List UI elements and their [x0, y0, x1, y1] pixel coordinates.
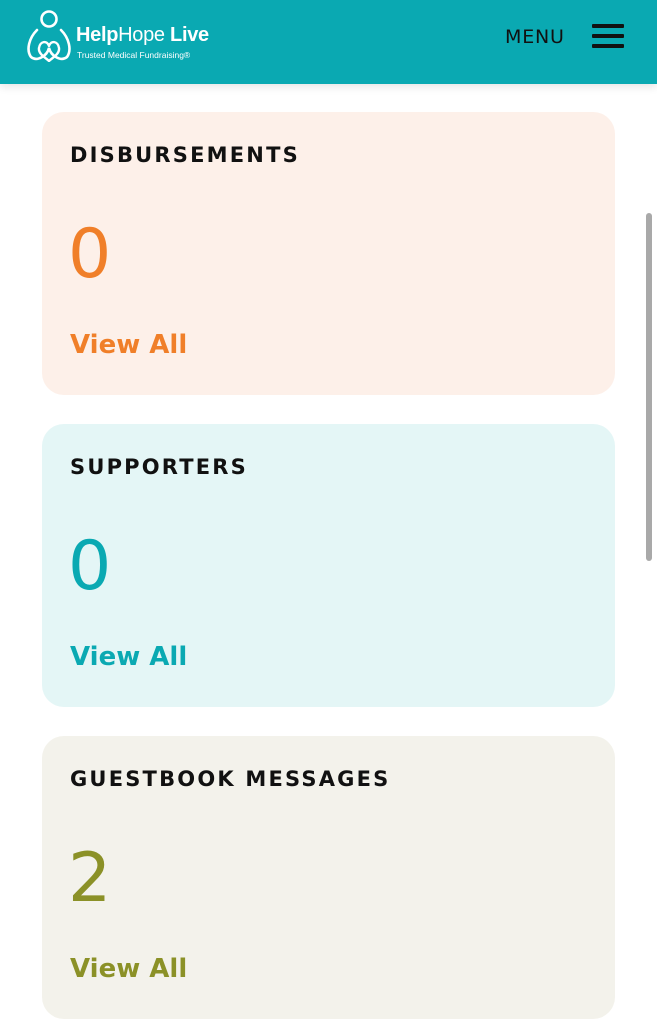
menu-label: MENU	[505, 26, 565, 48]
disbursements-count: 0	[68, 215, 112, 294]
card-title: DISBURSEMENTS	[70, 143, 300, 167]
heart-person-icon	[27, 10, 71, 62]
help-hope-live-logo[interactable]: HelpHope Live Trusted Medical Fundraisin…	[25, 8, 225, 68]
logo-word-hope: Hope	[118, 24, 165, 46]
logo-tagline: Trusted Medical Fundraising®	[77, 50, 191, 60]
guestbook-messages-count: 2	[68, 839, 112, 918]
logo-word-help: Help	[76, 24, 119, 46]
view-all-disbursements-link[interactable]: View All	[70, 330, 187, 360]
card-title: GUESTBOOK MESSAGES	[70, 767, 391, 791]
supporters-count: 0	[68, 527, 112, 606]
guestbook-messages-card: GUESTBOOK MESSAGES 2 View All	[42, 736, 615, 1019]
logo-wordmark: HelpHope Live	[76, 24, 209, 46]
logo-word-live: Live	[170, 24, 209, 46]
view-all-guestbook-messages-link[interactable]: View All	[70, 954, 187, 984]
site-header: HelpHope Live Trusted Medical Fundraisin…	[0, 0, 657, 84]
supporters-card: SUPPORTERS 0 View All	[42, 424, 615, 707]
card-title: SUPPORTERS	[70, 455, 249, 479]
view-all-supporters-link[interactable]: View All	[70, 642, 187, 672]
menu-button[interactable]: MENU	[505, 20, 630, 54]
vertical-scrollbar[interactable]	[646, 213, 652, 561]
disbursements-card: DISBURSEMENTS 0 View All	[42, 112, 615, 395]
hamburger-menu-icon[interactable]	[592, 24, 625, 48]
